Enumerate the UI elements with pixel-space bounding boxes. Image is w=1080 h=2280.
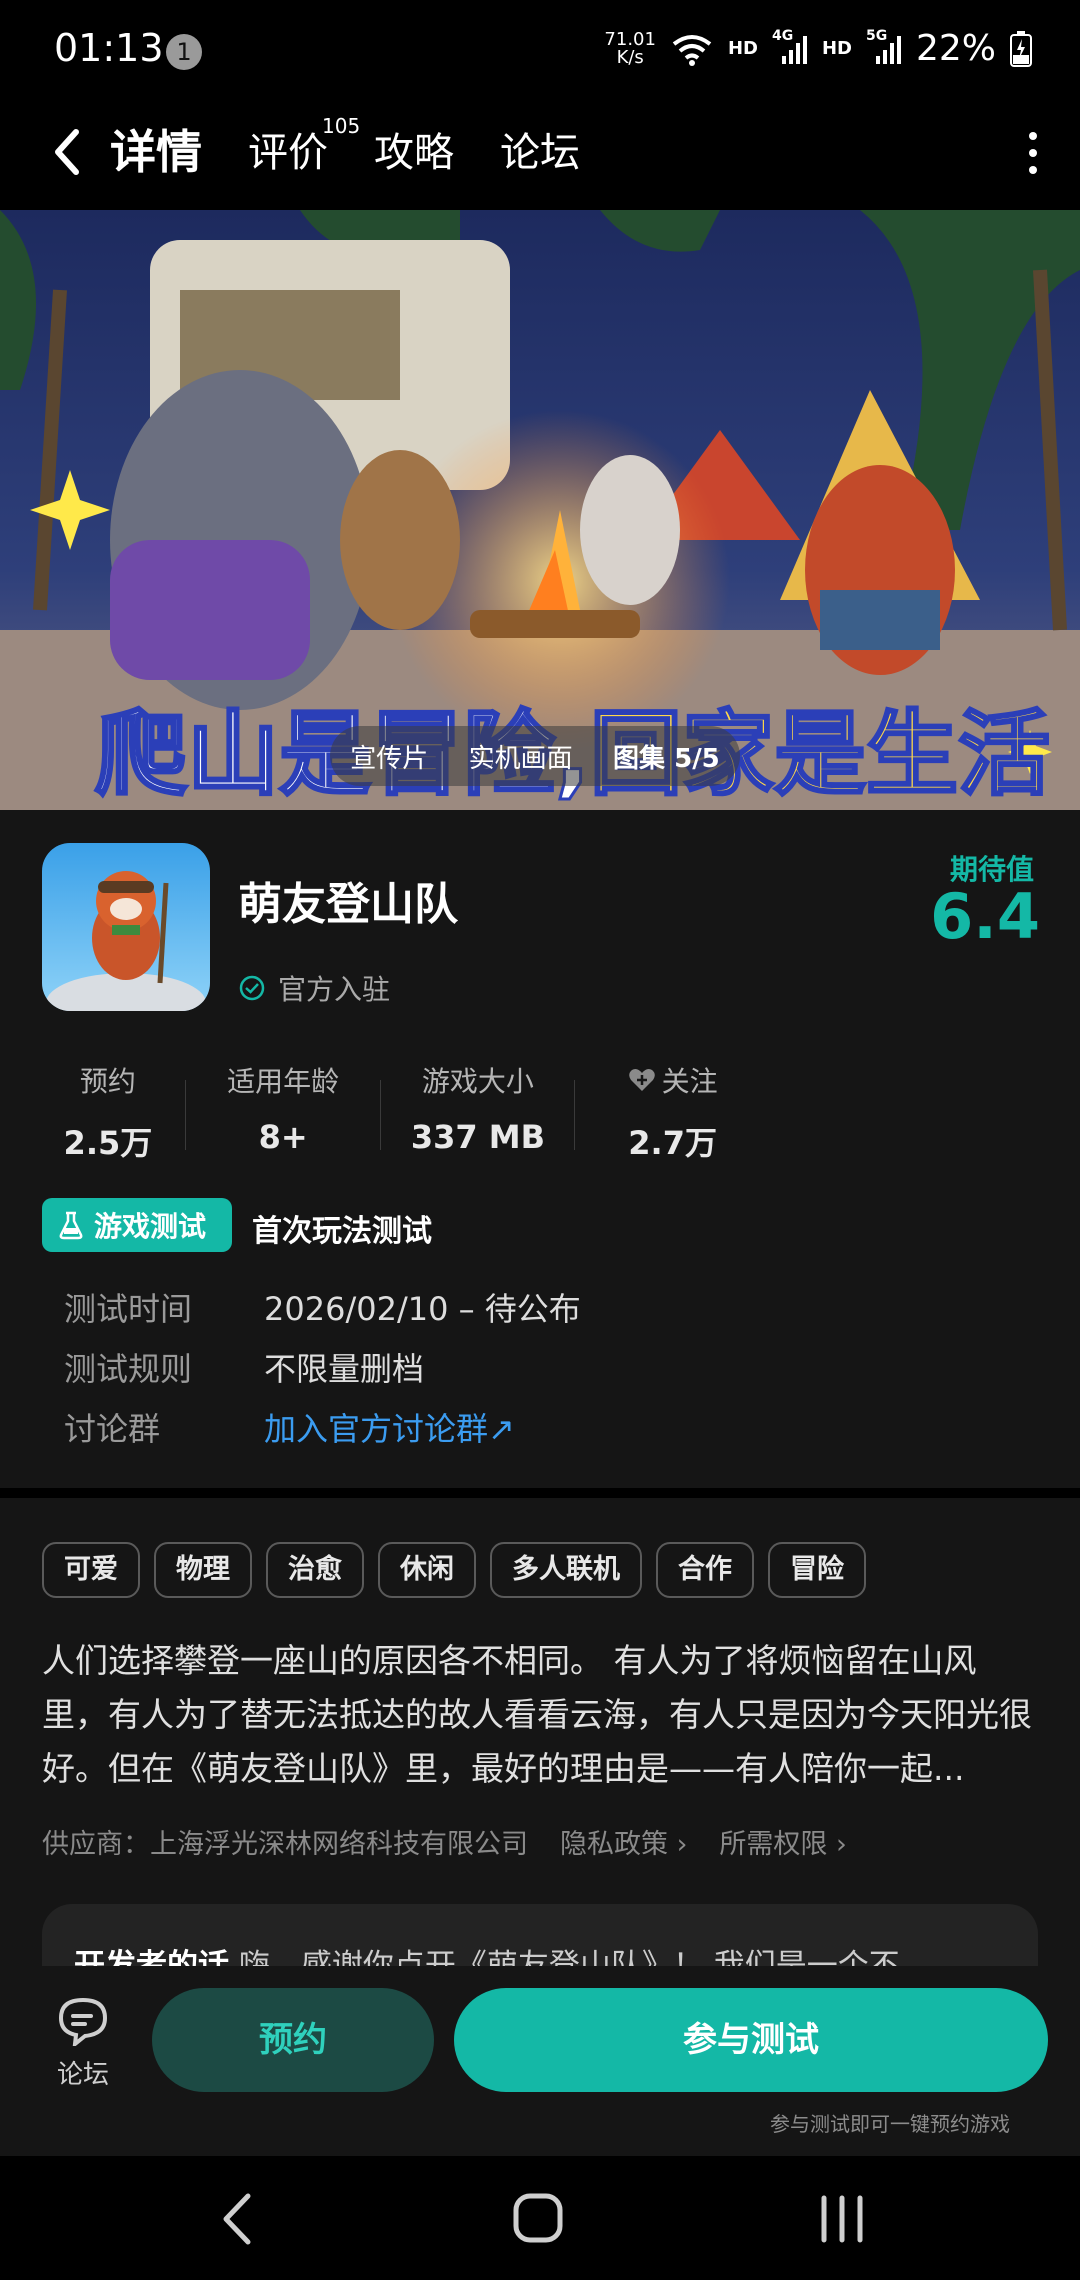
stat-follow[interactable]: 关注 2.7万 (575, 1060, 770, 1170)
media-tab-trailer[interactable]: 宣传片 (350, 738, 428, 775)
app-stats: 预约 2.5万 适用年龄 8+ 游戏大小 337 MB 关注 2.7万 (30, 1060, 770, 1170)
media-tab-gameplay[interactable]: 实机画面 (469, 738, 573, 775)
discussion-group-row: 讨论群 加入官方讨论群↗ (64, 1404, 515, 1450)
battery-charging-icon (1010, 30, 1032, 67)
stat-age-rating: 适用年龄 8+ (186, 1060, 381, 1170)
tag-cute[interactable]: 可爱 (42, 1542, 140, 1598)
tag-adventure[interactable]: 冒险 (768, 1542, 866, 1598)
official-verified: 官方入驻 (238, 968, 390, 1008)
top-nav: 详情 评价 105 攻略 论坛 (0, 100, 1080, 210)
game-test-badge: 游戏测试 (42, 1198, 232, 1252)
system-home-icon[interactable] (512, 2192, 566, 2246)
battery-percent: 22% (915, 28, 996, 69)
game-description[interactable]: 人们选择攀登一座山的原因各不相同。 有人为了将烦恼留在山风里，有人为了替无法抵达… (42, 1634, 1042, 1796)
supplier-row: 供应商：上海浮光深林网络科技有限公司 隐私政策 › 所需权限 › (42, 1822, 847, 1861)
status-time: 01:13 (54, 26, 164, 70)
join-test-button[interactable]: 参与测试 (454, 1988, 1048, 2092)
expectation-score: 6.4 (930, 880, 1040, 953)
test-flask-icon (59, 1211, 83, 1240)
bottom-action-bar: 论坛 预约 参与测试 参与测试即可一键预约游戏 (0, 1966, 1080, 2156)
test-time-row: 测试时间 2026/02/10 – 待公布 (64, 1290, 581, 1328)
signal-5g-icon: 5G (866, 28, 902, 66)
tab-reviews[interactable]: 评价 (248, 120, 328, 178)
supplier-name: 供应商：上海浮光深林网络科技有限公司 (42, 1829, 528, 1860)
hd-indicator: HD (727, 38, 758, 59)
verified-check-icon (239, 975, 265, 1001)
chat-bubble-icon (58, 1997, 108, 2049)
tab-guides[interactable]: 攻略 (374, 120, 454, 178)
privacy-policy-link[interactable]: 隐私政策 › (560, 1822, 687, 1861)
tab-details[interactable]: 详情 (110, 116, 202, 182)
test-title: 首次玩法测试 (252, 1214, 432, 1249)
app-name: 萌友登山队 (238, 879, 458, 930)
tag-coop[interactable]: 合作 (656, 1542, 754, 1598)
signal-4g-icon: 4G (772, 28, 808, 66)
tag-list: 可爱 物理 治愈 休闲 多人联机 合作 冒险 (42, 1542, 866, 1598)
more-options-icon[interactable] (1026, 128, 1040, 178)
app-icon (42, 843, 210, 1011)
reviews-count-badge: 105 (322, 114, 361, 138)
tag-casual[interactable]: 休闲 (378, 1542, 476, 1598)
tab-forum[interactable]: 论坛 (500, 120, 580, 178)
stat-reservations: 预约 2.5万 (30, 1060, 186, 1170)
tag-healing[interactable]: 治愈 (266, 1542, 364, 1598)
heart-plus-icon (628, 1069, 655, 1091)
wifi-icon (672, 34, 712, 66)
system-navigation-bar (0, 2156, 1080, 2280)
status-indicators: 71.01 K/s HD 4G HD 5G 22% (604, 28, 1032, 69)
media-tabs: 宣传片 实机画面 图集 5/5 (330, 726, 740, 786)
tag-multiplayer[interactable]: 多人联机 (490, 1542, 642, 1598)
forum-button[interactable]: 论坛 (40, 1996, 126, 2091)
tag-physics[interactable]: 物理 (154, 1542, 252, 1598)
hero-media-banner[interactable]: 爬山是冒险,回家是生活 宣传片 实机画面 图集 5/5 (0, 210, 1080, 810)
net-speed: 71.01 K/s (604, 28, 656, 68)
test-rule-row: 测试规则 不限量删档 (64, 1350, 425, 1388)
back-arrow-icon[interactable] (44, 122, 94, 182)
section-divider (0, 1488, 1080, 1498)
join-test-hint: 参与测试即可一键预约游戏 (770, 2112, 1010, 2136)
system-back-icon[interactable] (218, 2192, 258, 2246)
stat-game-size: 游戏大小 337 MB (381, 1060, 576, 1170)
join-group-link[interactable]: 加入官方讨论群↗ (264, 1404, 515, 1450)
notification-count-badge: 1 (166, 34, 202, 70)
permissions-link[interactable]: 所需权限 › (719, 1822, 846, 1861)
status-bar: 01:13 1 71.01 K/s HD 4G HD 5G 22% (0, 0, 1080, 100)
hd-indicator-2: HD (821, 38, 852, 59)
system-recents-icon[interactable] (818, 2192, 866, 2246)
reserve-button[interactable]: 预约 (152, 1988, 434, 2092)
media-tab-gallery[interactable]: 图集 5/5 (613, 738, 720, 775)
